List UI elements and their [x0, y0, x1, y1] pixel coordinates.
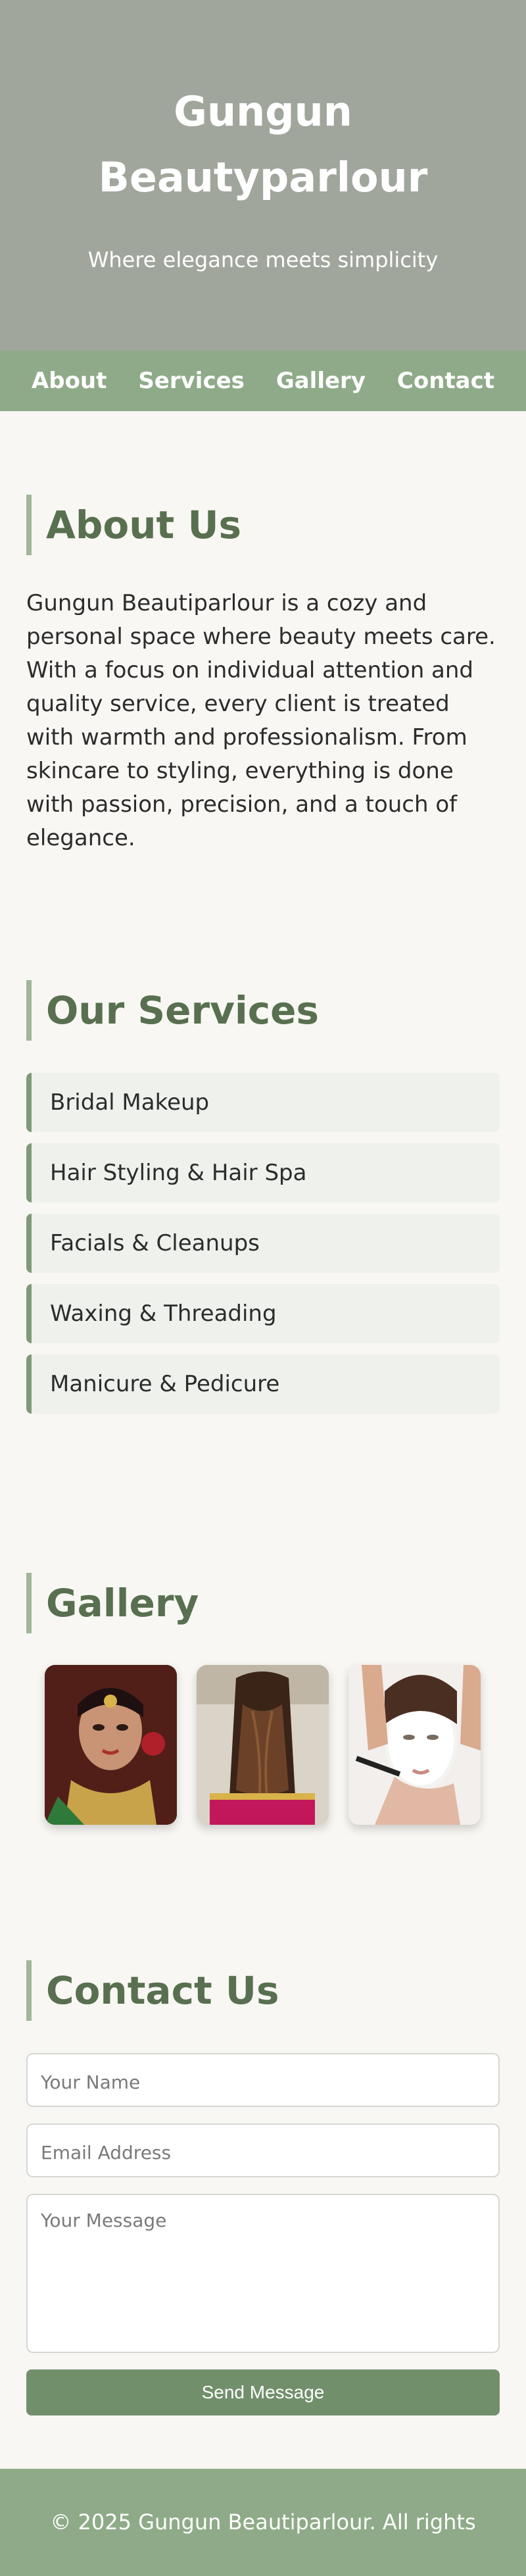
hero-header: Gungun Beautyparlour Where elegance meet…: [0, 0, 526, 351]
bridal-makeup-photo: [45, 1665, 177, 1825]
about-text: Gungun Beautiparlour is a cozy and perso…: [26, 590, 496, 851]
gallery-title: Gallery: [26, 1573, 199, 1633]
nav-contact[interactable]: Contact: [397, 368, 494, 394]
main-nav: About Services Gallery Contact: [0, 351, 526, 411]
service-item-manicure: Manicure & Pedicure: [26, 1354, 500, 1414]
email-input[interactable]: Email Address: [26, 2123, 500, 2177]
services-title: Our Services: [26, 980, 319, 1041]
facial-treatment-photo: [348, 1665, 481, 1825]
service-item-facials: Facials & Cleanups: [26, 1214, 500, 1273]
hair-styling-photo: [197, 1665, 329, 1825]
site-title-line-2: Beautyparlour: [98, 153, 428, 201]
name-input[interactable]: Your Name: [26, 2053, 500, 2107]
contact-title: Contact Us: [26, 1960, 279, 2021]
site-title: Gungun Beautyparlour: [0, 79, 526, 211]
nav-gallery[interactable]: Gallery: [276, 368, 366, 394]
send-message-button[interactable]: Send Message: [26, 2369, 500, 2415]
tagline: Where elegance meets simplicity: [87, 247, 439, 272]
nav-about[interactable]: About: [32, 368, 107, 394]
footer: © 2025 Gungun Beautiparlour. All rights …: [0, 2469, 526, 2576]
service-item-hair-styling: Hair Styling & Hair Spa: [26, 1143, 500, 1202]
message-textarea[interactable]: Your Message: [26, 2194, 500, 2353]
site-title-line-1: Gungun: [174, 87, 352, 136]
nav-services[interactable]: Services: [138, 368, 245, 394]
footer-copyright: © 2025 Gungun Beautiparlour. All rights …: [50, 2510, 476, 2535]
service-item-waxing: Waxing & Threading: [26, 1284, 500, 1343]
service-item-bridal-makeup: Bridal Makeup: [26, 1073, 500, 1132]
about-title: About Us: [26, 495, 241, 555]
